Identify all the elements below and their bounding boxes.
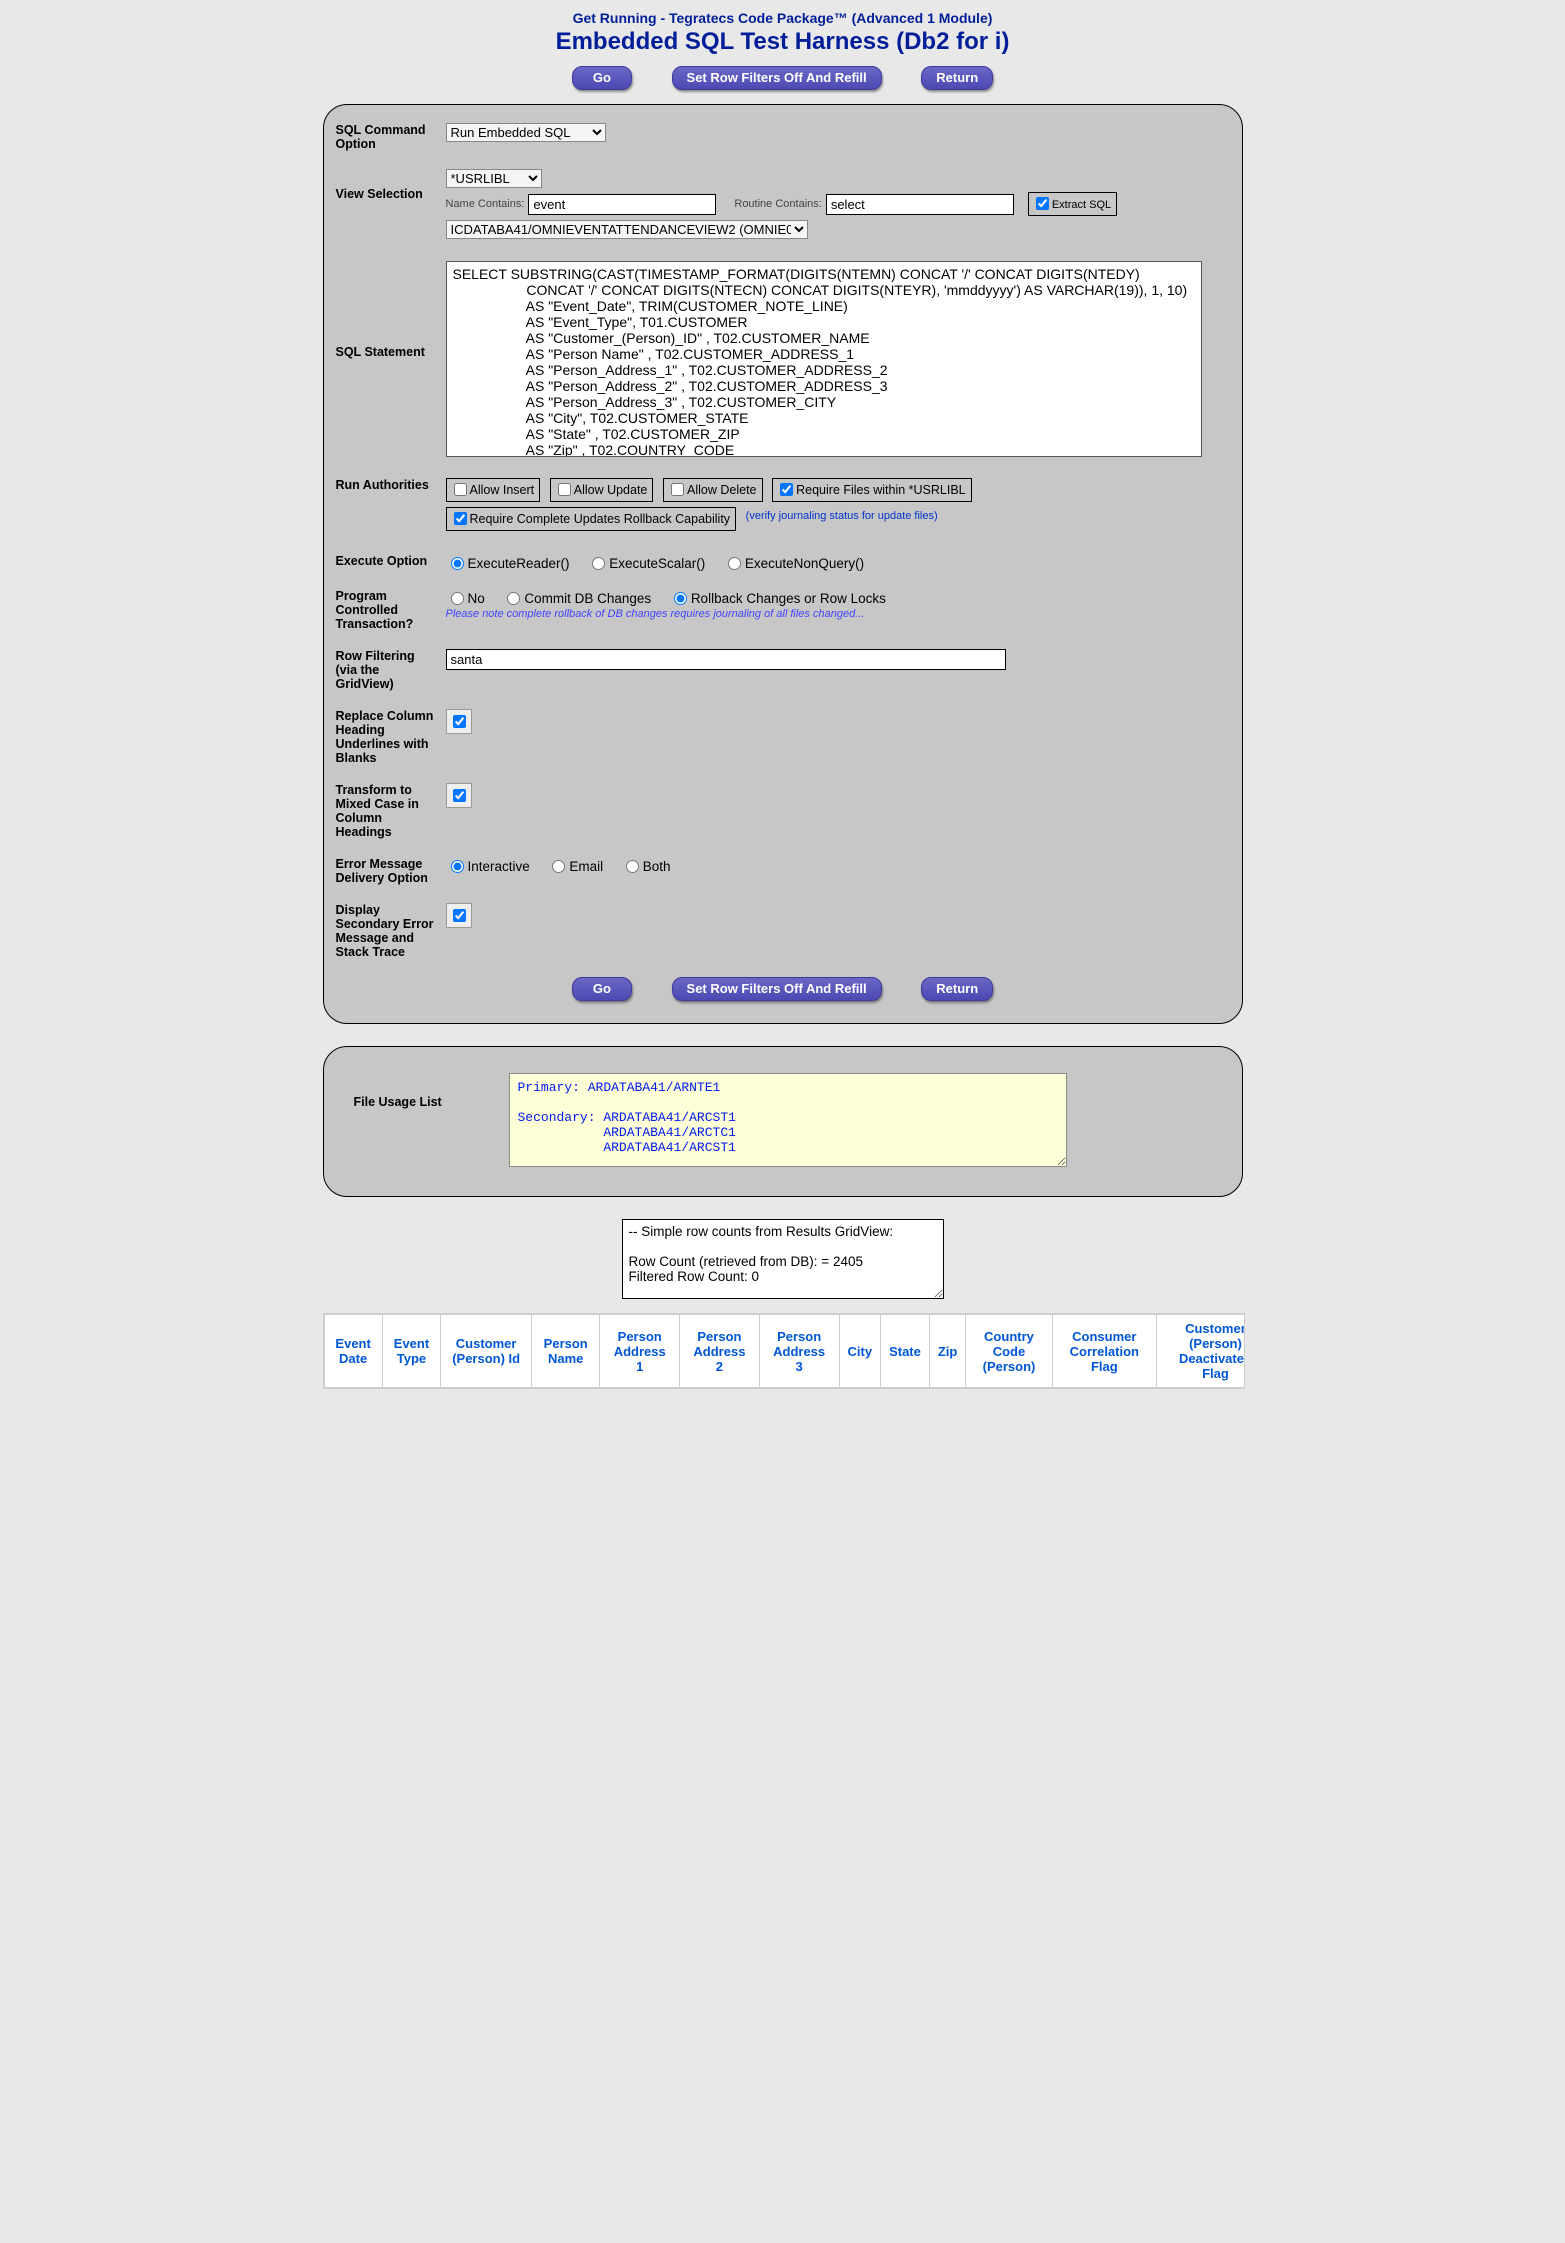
pct-label: Program Controlled Transaction? [336,589,446,631]
error-delivery-label: Error Message Delivery Option [336,857,446,885]
pct-note: Please note complete rollback of DB chan… [446,608,1230,620]
pct-no-radio[interactable]: No [446,591,485,606]
row-filtering-input[interactable] [446,649,1006,670]
column-header[interactable]: Customer (Person) Id [441,1315,532,1388]
column-header[interactable]: Person Address 2 [680,1315,760,1388]
display-secondary-label: Display Secondary Error Message and Stac… [336,903,446,959]
column-header[interactable]: Event Date [324,1315,382,1388]
library-select[interactable]: *USRLIBL [446,169,542,188]
column-header[interactable]: Country Code (Person) [966,1315,1052,1388]
view-selection-label: View Selection [336,169,446,243]
column-header[interactable]: Event Type [382,1315,440,1388]
name-contains-label: Name Contains: [446,198,525,210]
results-grid: Event DateEvent TypeCustomer (Person) Id… [324,1314,1245,1388]
run-authorities-label: Run Authorities [336,478,446,536]
routine-contains-input[interactable] [826,194,1014,215]
view-dropdown[interactable]: ICDATABA41/OMNIEVENTATTENDANCEVIEW2 (OMN… [446,220,808,239]
column-header[interactable]: Person Name [532,1315,600,1388]
file-usage-textarea[interactable] [509,1073,1067,1167]
go-button-bottom[interactable]: Go [572,977,632,1001]
execute-scalar-radio[interactable]: ExecuteScalar() [587,556,705,571]
pct-commit-radio[interactable]: Commit DB Changes [502,591,651,606]
execute-option-label: Execute Option [336,554,446,571]
execute-reader-radio[interactable]: ExecuteReader() [446,556,570,571]
results-grid-scroll[interactable]: Event DateEvent TypeCustomer (Person) Id… [323,1313,1245,1389]
sql-statement-label: SQL Statement [336,261,446,460]
set-filters-button-bottom[interactable]: Set Row Filters Off And Refill [672,977,882,1001]
column-header[interactable]: Consumer Correlation Flag [1052,1315,1156,1388]
file-usage-label: File Usage List [354,1073,509,1170]
routine-contains-label: Routine Contains: [734,198,821,210]
column-header[interactable]: City [839,1315,881,1388]
require-files-checkbox[interactable]: Require Files within *USRLIBL [772,478,972,502]
set-filters-button-top[interactable]: Set Row Filters Off And Refill [672,66,882,90]
return-button-top[interactable]: Return [921,66,993,90]
require-rollback-checkbox[interactable]: Require Complete Updates Rollback Capabi… [446,507,737,531]
go-button-top[interactable]: Go [572,66,632,90]
error-email-radio[interactable]: Email [547,859,603,874]
sql-command-option-label: SQL Command Option [336,123,446,151]
display-secondary-checkbox[interactable] [453,909,466,922]
replace-underlines-checkbox[interactable] [453,715,466,728]
transform-mixedcase-checkbox[interactable] [453,789,466,802]
column-header[interactable]: Person Address 3 [759,1315,839,1388]
return-button-bottom[interactable]: Return [921,977,993,1001]
transform-mixedcase-label: Transform to Mixed Case in Column Headin… [336,783,446,839]
allow-update-checkbox[interactable]: Allow Update [550,478,654,502]
verify-journaling-link[interactable]: (verify journaling status for update fil… [746,510,938,522]
page-subtitle: Get Running - Tegratecs Code Package™ (A… [323,10,1243,26]
column-header[interactable]: Person Address 1 [600,1315,680,1388]
page-title: Embedded SQL Test Harness (Db2 for i) [323,28,1243,56]
extract-sql-checkbox[interactable]: Extract SQL [1028,192,1117,216]
allow-delete-checkbox[interactable]: Allow Delete [663,478,762,502]
error-interactive-radio[interactable]: Interactive [446,859,530,874]
results-count-box[interactable] [622,1219,944,1299]
column-header[interactable]: Zip [929,1315,966,1388]
pct-rollback-radio[interactable]: Rollback Changes or Row Locks [669,591,886,606]
column-header[interactable]: State [881,1315,930,1388]
name-contains-input[interactable] [528,194,716,215]
allow-insert-checkbox[interactable]: Allow Insert [446,478,541,502]
column-header[interactable]: Customer (Person) Deactivated Flag [1157,1315,1245,1388]
sql-statement-textarea[interactable] [446,261,1202,457]
error-both-radio[interactable]: Both [621,859,671,874]
row-filtering-label: Row Filtering (via the GridView) [336,649,446,691]
execute-nonquery-radio[interactable]: ExecuteNonQuery() [723,556,864,571]
sql-command-option-select[interactable]: Run Embedded SQL [446,123,606,142]
replace-underlines-label: Replace Column Heading Underlines with B… [336,709,446,765]
